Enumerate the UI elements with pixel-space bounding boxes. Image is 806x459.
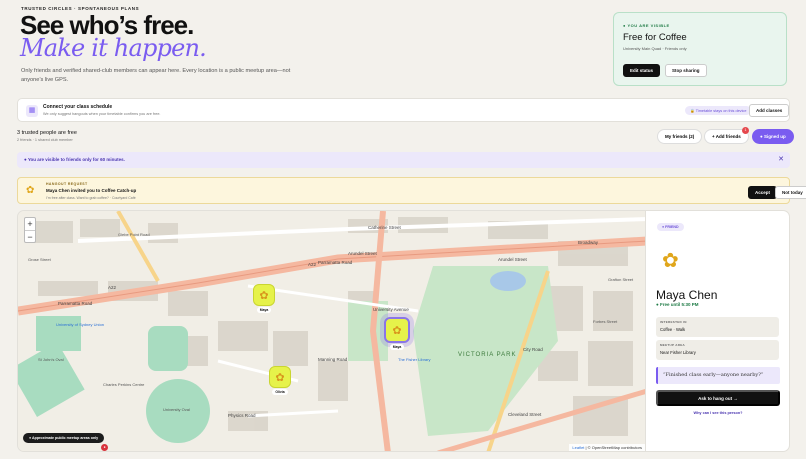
meetup-area-box: MEETUP AREA Near Fisher Library [656, 340, 779, 360]
map-corner-badge: ● [101, 444, 108, 451]
map-label-broadway: Broadway [578, 240, 599, 245]
visibility-banner: ● You are visible to friends only for 60… [17, 152, 790, 168]
map-label-glebe: Glebe Point Road [118, 232, 150, 237]
not-today-button[interactable]: Not today [775, 186, 806, 199]
zoom-out-button[interactable]: − [25, 230, 35, 242]
map-attribution: Leaflet | © OpenStreetMap contributors [569, 444, 645, 451]
map-label-grose: Grose Street [28, 257, 52, 262]
marker-name-tag: Maya [389, 344, 405, 350]
map-label-university-oval: University Oval [163, 407, 190, 412]
accept-button[interactable]: Accept [748, 186, 778, 199]
my-friends-button[interactable]: My friends (2) [657, 129, 703, 144]
hangout-title: Maya Chen invited you to Coffee Catch-up [46, 188, 137, 193]
free-until-status: ● Free until 5:30 PM [656, 302, 699, 307]
map-view[interactable]: Catherine Street Arundel Street Arundel … [17, 210, 646, 452]
map-label-victoria-park: VICTORIA PARK [458, 352, 516, 358]
signed-up-button[interactable]: ● Signed up [752, 129, 794, 144]
visibility-banner-text: ● You are visible to friends only for 60… [24, 157, 125, 162]
friend-pill: ● FRIEND [657, 223, 684, 231]
map-label-st-johns: St John's Oval [38, 357, 64, 362]
timetable-privacy-pill: 🔒 Timetable stays on this device [685, 106, 752, 115]
interested-in-label: INTERESTED IN [660, 320, 687, 324]
hangout-kicker: HANGOUT REQUEST [46, 182, 88, 186]
schedule-card: ▦ Connect your class schedule We only su… [17, 98, 790, 122]
map-label-university-ave: University Avenue [373, 307, 409, 312]
ask-to-hang-out-button[interactable]: Ask to hang out → [656, 390, 780, 406]
meetup-area-label: MEETUP AREA [660, 343, 685, 347]
add-classes-button[interactable]: Add classes [749, 104, 790, 117]
visibility-title: Free for Coffee [623, 32, 687, 43]
interested-in-value: Coffee · Walk [660, 327, 686, 332]
sunflower-avatar-icon: ✿ [269, 366, 291, 388]
map-label-parramatta-e: Parramatta Road [318, 260, 353, 265]
sunflower-avatar-icon: ✿ [662, 250, 679, 272]
visibility-kicker: ● YOU ARE VISIBLE [623, 23, 670, 28]
stop-sharing-button[interactable]: Stop sharing [665, 64, 707, 77]
marker-name-tag: Maya [256, 307, 272, 313]
map-label-arundel-w: Arundel Street [348, 251, 378, 256]
map-label-charles-perkins: Charles Perkins Centre [103, 382, 145, 387]
map-label-a22-w: A22 [108, 285, 117, 290]
map-label-usyd-union: University of Sydney Union [56, 322, 104, 327]
map-label-a22-e: A22 [308, 262, 317, 267]
marker-name-tag: Olivia [272, 389, 288, 395]
map-label-grafton: Grafton Street [608, 277, 634, 282]
map-label-catherine: Catherine Street [368, 225, 402, 230]
map-marker-maya-selected[interactable]: ✿ Maya [384, 317, 410, 350]
visibility-actions: Edit status Stop sharing [623, 64, 707, 77]
leaflet-link[interactable]: Leaflet [572, 445, 584, 450]
schedule-title: Connect your class schedule [43, 104, 113, 110]
map-label-fisher-library: The Fisher Library [398, 357, 430, 362]
trusted-count-subtitle: 2 friends · 1 shared club member [17, 138, 73, 142]
map-label-city-road: City Road [523, 347, 543, 352]
hangout-request-card: ✿ HANGOUT REQUEST Maya Chen invited you … [17, 177, 806, 204]
zoom-control: + − [24, 217, 36, 243]
map-label-manning: Manning Road [318, 357, 348, 362]
intro-text: Only friends and verified shared-club me… [21, 68, 291, 83]
why-visible-link[interactable]: Why can I see this person? [656, 411, 780, 415]
sunflower-avatar-icon: ✿ [26, 185, 35, 196]
sunflower-avatar-icon: ✿ [384, 317, 410, 343]
visibility-subtitle: University Main Quad · Friends only [623, 46, 687, 51]
sunflower-avatar-icon: ✿ [253, 284, 275, 306]
calendar-icon: ▦ [26, 105, 38, 117]
zoom-in-button[interactable]: + [25, 218, 35, 230]
meetup-area-value: Near Fisher Library [660, 350, 696, 355]
hangout-subtitle: I’m free after class. Want to grab coffe… [46, 196, 136, 200]
interested-in-box: INTERESTED IN Coffee · Walk [656, 317, 779, 337]
map-tiles: Catherine Street Arundel Street Arundel … [18, 211, 645, 451]
map-label-parramatta-w: Parramatta Road [58, 301, 93, 306]
map-marker-olivia[interactable]: ✿ Olivia [269, 366, 291, 395]
osm-attribution: | © OpenStreetMap contributors [584, 445, 642, 450]
profile-name: Maya Chen [656, 288, 718, 302]
map-label-physics: Physics Road [228, 413, 256, 418]
map-label-cleveland: Cleveland Street [508, 412, 542, 417]
map-marker-maya-north[interactable]: ✿ Maya [253, 284, 275, 313]
approximate-areas-badge: ● Approximate public meetup areas only [23, 433, 105, 443]
map-label-forbes: Forbes Street [593, 319, 618, 324]
map-label-arundel-e: Arundel Street [498, 257, 528, 262]
visibility-card: ● YOU ARE VISIBLE Free for Coffee Univer… [613, 12, 787, 86]
edit-status-button[interactable]: Edit status [623, 64, 661, 77]
profile-panel: ● FRIEND ✿ Maya Chen ● Free until 5:30 P… [646, 210, 790, 452]
add-friends-badge: 1 [742, 127, 749, 134]
schedule-subtitle: We only suggest hangouts when your timet… [43, 112, 161, 116]
close-icon[interactable]: ✕ [778, 155, 784, 163]
status-quote: “Finished class early—anyone nearby?” [656, 367, 780, 384]
page-headline-accent: Make it happen. [20, 34, 207, 62]
trusted-count-title: 3 trusted people are free [17, 130, 77, 136]
